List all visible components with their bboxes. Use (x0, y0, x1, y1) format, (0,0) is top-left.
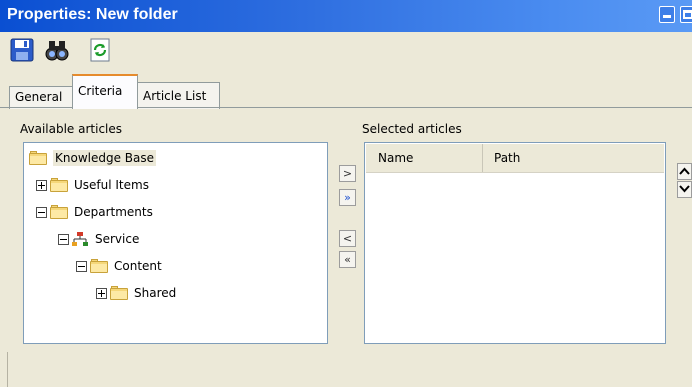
tree-node-label: Content (114, 259, 162, 273)
folder-icon (110, 286, 128, 300)
minimize-icon (663, 15, 671, 18)
refresh-page-icon (90, 38, 110, 62)
add-button[interactable]: > (339, 165, 356, 182)
tree-node-useful-items[interactable]: Useful Items (36, 175, 149, 195)
tree-node-service[interactable]: Service (58, 229, 139, 249)
remove-all-button[interactable]: « (339, 251, 356, 268)
tree-node-content[interactable]: Content (76, 256, 162, 276)
tree-node-label: Departments (74, 205, 153, 219)
folder-icon (50, 205, 68, 219)
minimize-button[interactable] (659, 6, 675, 23)
folder-icon (50, 178, 68, 192)
tab-article-list-label: Article List (143, 89, 207, 103)
refresh-button[interactable] (89, 38, 113, 62)
column-header-path[interactable]: Path (484, 144, 664, 172)
add-all-button[interactable]: » (339, 189, 356, 206)
folder-icon (90, 259, 108, 273)
tree-node-label: Shared (134, 286, 177, 300)
move-up-button[interactable] (677, 163, 692, 180)
tab-general[interactable]: General (9, 86, 73, 109)
tree-node-knowledge-base[interactable]: Knowledge Base (29, 148, 156, 168)
tree-node-label: Knowledge Base (53, 150, 156, 166)
expand-icon[interactable] (96, 287, 107, 299)
binoculars-icon (45, 41, 69, 61)
tab-criteria[interactable]: Criteria (72, 74, 138, 109)
tab-strip: General Criteria Article List (0, 74, 692, 109)
frame-edge (7, 352, 8, 387)
collapse-icon[interactable] (58, 233, 69, 245)
tree-node-departments[interactable]: Departments (36, 202, 153, 222)
tab-general-label: General (15, 90, 63, 104)
move-down-button[interactable] (677, 181, 692, 198)
expand-icon[interactable] (36, 179, 47, 191)
remove-button[interactable]: < (339, 230, 356, 247)
collapse-icon[interactable] (36, 206, 47, 218)
tab-criteria-label: Criteria (78, 84, 123, 98)
window-title: Properties: New folder (7, 6, 178, 23)
column-header-name[interactable]: Name (366, 144, 483, 172)
properties-button[interactable] (44, 38, 69, 62)
maximize-button[interactable] (680, 6, 692, 23)
available-articles-label: Available articles (20, 122, 123, 136)
chevron-down-icon (679, 185, 690, 193)
save-button[interactable] (10, 38, 34, 62)
title-bar: Properties: New folder (0, 0, 692, 32)
tab-article-list[interactable]: Article List (137, 82, 220, 109)
selected-articles-grid[interactable]: Name Path (364, 142, 666, 344)
selected-articles-label: Selected articles (362, 122, 462, 136)
floppy-disk-icon (10, 38, 34, 62)
org-chart-icon (72, 232, 88, 246)
available-articles-tree[interactable]: Knowledge Base Useful Items Departments … (23, 142, 328, 344)
grid-header: Name Path (366, 144, 664, 173)
tree-node-label: Useful Items (74, 178, 149, 192)
tree-node-label: Service (95, 232, 140, 246)
folder-icon (29, 151, 47, 165)
collapse-icon[interactable] (76, 260, 87, 272)
chevron-up-icon (679, 167, 690, 175)
maximize-icon (683, 10, 692, 19)
toolbar (0, 32, 692, 68)
tree-node-shared[interactable]: Shared (96, 283, 176, 303)
